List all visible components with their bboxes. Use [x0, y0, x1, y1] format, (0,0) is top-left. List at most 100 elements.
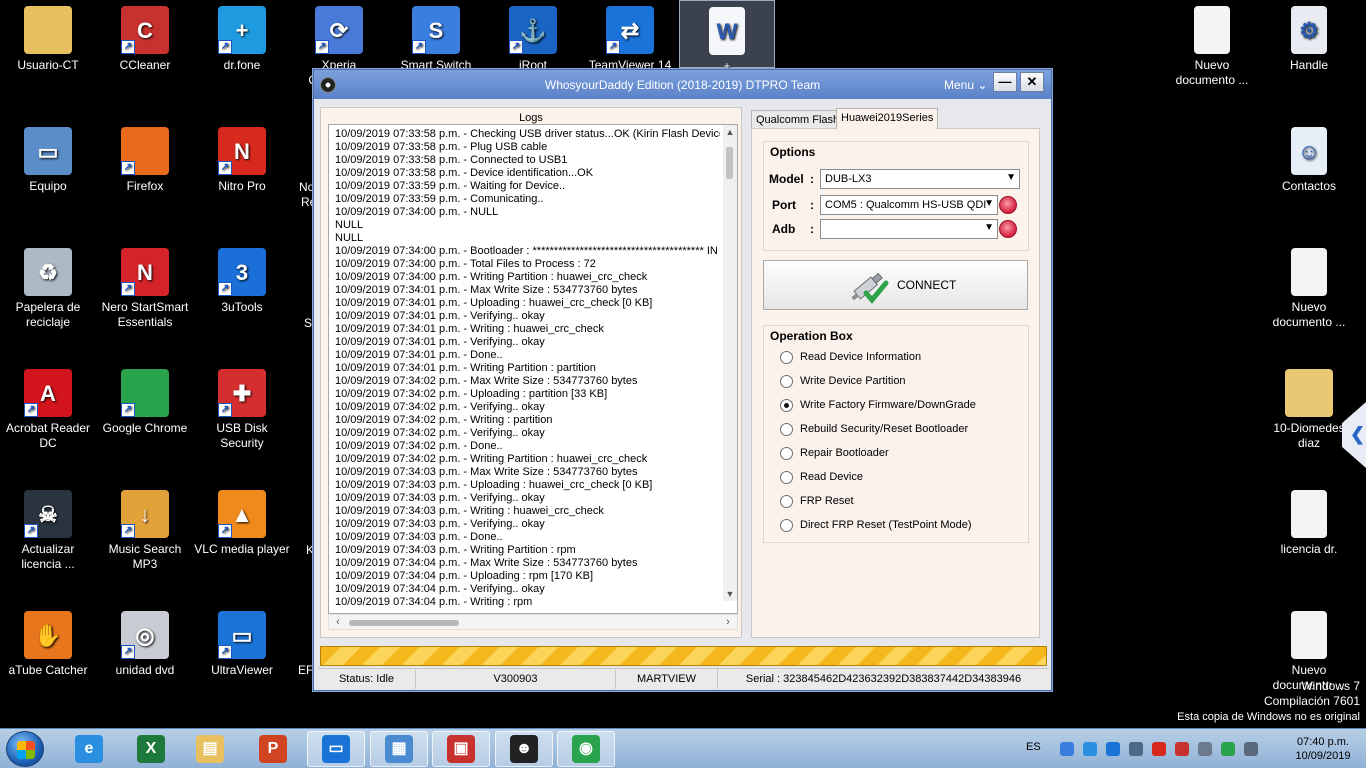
- tab-huawei2019series[interactable]: Huawei2019Series: [836, 108, 939, 129]
- desktop-icon-18[interactable]: A ↗ Acrobat Reader DC: [0, 363, 96, 451]
- taskbar-ultraviewer[interactable]: ▭: [307, 731, 365, 767]
- adb-select[interactable]: ▼: [820, 219, 998, 239]
- clock[interactable]: 07:40 p.m. 10/09/2019: [1288, 735, 1358, 763]
- nitro-pro-icon: N ↗: [218, 127, 266, 175]
- tray-display-icon[interactable]: [1244, 742, 1258, 756]
- logs-vscroll-thumb[interactable]: [726, 147, 733, 179]
- shortcut-arrow-icon: ↗: [218, 645, 232, 659]
- desktop-icon-6[interactable]: ⇄ ↗ TeamViewer 14: [582, 0, 678, 73]
- port-separator: :: [810, 198, 814, 212]
- start-button[interactable]: [6, 731, 44, 767]
- status-serial: Serial : 323845462D423632392D383837442D3…: [745, 673, 1022, 685]
- desktop-icon-15[interactable]: N ↗ Nero StartSmart Essentials: [97, 242, 193, 330]
- radio-button[interactable]: [780, 399, 793, 412]
- tray-sync-icon[interactable]: [1083, 742, 1097, 756]
- chevron-down-icon: ▼: [984, 198, 994, 209]
- desktop-icon-11[interactable]: ↗ Firefox: [97, 121, 193, 194]
- taskbar-control-panel[interactable]: ▦: [370, 731, 428, 767]
- tray-security-icon[interactable]: [1175, 742, 1189, 756]
- desktop-icon-label: Nitro Pro: [218, 179, 266, 193]
- connect-button[interactable]: CONNECT: [763, 260, 1028, 310]
- logs-vertical-scrollbar[interactable]: ▲ ▼: [723, 125, 737, 601]
- taskbar-explorer[interactable]: ▤: [181, 731, 239, 767]
- desktop-icon-27[interactable]: ◎ ↗ unidad dvd: [97, 605, 193, 678]
- desktop-icon-0[interactable]: Usuario-CT: [0, 0, 96, 73]
- desktop-icon-5[interactable]: ⚓ ↗ iRoot: [485, 0, 581, 73]
- tray-mcafee-icon[interactable]: [1152, 742, 1166, 756]
- port-select[interactable]: COM5 : Qualcomm HS-USB QDI ▼: [820, 195, 998, 215]
- radio-button[interactable]: [780, 375, 793, 388]
- port-refresh-button[interactable]: [999, 196, 1017, 214]
- taskbar-excel[interactable]: X: [122, 731, 180, 767]
- desktop-icon-22[interactable]: ☠ ↗ Actualizar licencia ...: [0, 484, 96, 572]
- desktop-icon-4[interactable]: S ↗ Smart Switch: [388, 0, 484, 73]
- desktop-icon-10[interactable]: ▭ Equipo: [0, 121, 96, 194]
- desktop-icon-24[interactable]: ▲ ↗ VLC media player: [194, 484, 290, 557]
- desktop-icon-label: dr.fone: [223, 58, 261, 72]
- scroll-right-icon[interactable]: ›: [721, 615, 735, 629]
- tray-network-icon[interactable]: [1060, 742, 1074, 756]
- powerpoint-icon: P: [259, 735, 287, 763]
- xperia-icon: ⟳ ↗: [315, 6, 363, 54]
- desktop-icon-13[interactable]: ☺ Contactos: [1261, 121, 1357, 194]
- desktop-icon-25[interactable]: licencia dr.: [1261, 484, 1357, 557]
- radio-button[interactable]: [780, 351, 793, 364]
- logs-horizontal-scrollbar[interactable]: ‹ ›: [328, 614, 738, 630]
- log-line: 10/09/2019 07:34:00 p.m. - Writing Parti…: [335, 271, 648, 283]
- desktop-icon-1[interactable]: C ↗ CCleaner: [97, 0, 193, 73]
- desktop-icon-9[interactable]: ⚙ Handle: [1261, 0, 1357, 73]
- model-select[interactable]: DUB-LX3 ▼: [820, 169, 1020, 189]
- tab-qualcomm-flash[interactable]: Qualcomm Flash: [751, 110, 845, 129]
- tray-volume-icon[interactable]: [1129, 742, 1143, 756]
- teamviewer-icon: ⇄ ↗: [606, 6, 654, 54]
- desktop-icon-16[interactable]: 3 ↗ 3uTools: [194, 242, 290, 315]
- desktop-icon-14[interactable]: ♻ Papelera de reciclaje: [0, 242, 96, 330]
- radio-button[interactable]: [780, 519, 793, 532]
- scroll-up-icon[interactable]: ▲: [723, 125, 737, 139]
- scroll-down-icon[interactable]: ▼: [723, 587, 737, 601]
- taskbar-toolbox[interactable]: ▣: [432, 731, 490, 767]
- desktop-icon-7[interactable]: W +: [679, 0, 775, 73]
- watermark-genuine: Esta copia de Windows no es original: [1177, 711, 1360, 723]
- adb-refresh-button[interactable]: [999, 220, 1017, 238]
- desktop-icon-19[interactable]: ↗ Google Chrome: [97, 363, 193, 436]
- shortcut-arrow-icon: ↗: [121, 403, 135, 417]
- close-button[interactable]: ✕: [1020, 72, 1044, 92]
- desktop-icon-label: Contactos: [1281, 179, 1337, 193]
- tray-ultraviewer-icon[interactable]: [1106, 742, 1120, 756]
- desktop-icon-26[interactable]: ✋ aTube Catcher: [0, 605, 96, 678]
- port-label: Port: [772, 198, 796, 212]
- radio-button[interactable]: [780, 423, 793, 436]
- desktop-icon-20[interactable]: ✚ ↗ USB Disk Security: [194, 363, 290, 451]
- logs-hscroll-thumb[interactable]: [349, 620, 459, 626]
- desktop-icon-23[interactable]: ↓ ↗ Music Search MP3: [97, 484, 193, 572]
- desktop-icon-17[interactable]: Nuevo documento ...: [1261, 242, 1357, 330]
- log-line: 10/09/2019 07:34:04 p.m. - Verifying.. o…: [335, 583, 545, 595]
- taskbar-ie[interactable]: e: [60, 731, 118, 767]
- taskbar-powerpoint[interactable]: P: [244, 731, 302, 767]
- tray-shield-icon[interactable]: [1198, 742, 1212, 756]
- radio-button[interactable]: [780, 447, 793, 460]
- progress-bar: [320, 646, 1047, 666]
- desktop-icon-8[interactable]: Nuevo documento ...: [1164, 0, 1260, 88]
- taskbar-chrome[interactable]: ◉: [557, 731, 615, 767]
- menu-button[interactable]: Menu ⌄: [944, 78, 987, 92]
- logs-panel: Logs 10/09/2019 07:33:58 p.m. - Checking…: [320, 107, 742, 638]
- language-indicator[interactable]: ES: [1026, 741, 1041, 753]
- shortcut-arrow-icon: ↗: [606, 40, 620, 54]
- internet-explorer-icon: e: [75, 735, 103, 763]
- desktop-icon-label: Google Chrome: [102, 421, 188, 435]
- taskbar-dtpro[interactable]: ☻: [495, 731, 553, 767]
- logs-textbox[interactable]: 10/09/2019 07:33:58 p.m. - Checking USB …: [328, 124, 738, 614]
- desktop-icon-12[interactable]: N ↗ Nitro Pro: [194, 121, 290, 194]
- tray-g-icon[interactable]: [1221, 742, 1235, 756]
- radio-button[interactable]: [780, 495, 793, 508]
- window-titlebar[interactable]: WhosyourDaddy Edition (2018-2019) DTPRO …: [314, 70, 1051, 99]
- radio-button[interactable]: [780, 471, 793, 484]
- desktop-icon-2[interactable]: + ↗ dr.fone: [194, 0, 290, 73]
- adb-label: Adb: [772, 222, 796, 236]
- scroll-left-icon[interactable]: ‹: [331, 615, 345, 629]
- minimize-button[interactable]: —: [993, 72, 1017, 92]
- window-title: WhosyourDaddy Edition (2018-2019) DTPRO …: [544, 78, 821, 92]
- desktop-icon-28[interactable]: ▭ ↗ UltraViewer: [194, 605, 290, 678]
